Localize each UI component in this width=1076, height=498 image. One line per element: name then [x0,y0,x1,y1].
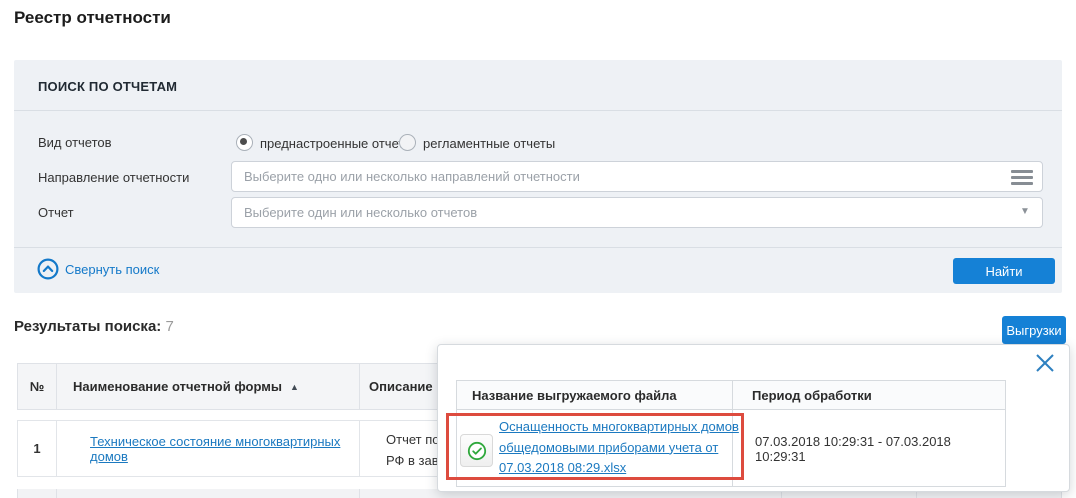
report-input[interactable] [231,197,1043,228]
report-link[interactable]: Техническое состояние многоквартирных до… [73,421,376,476]
circle-chevron-up-icon [37,258,59,280]
sort-asc-icon[interactable]: ▲ [290,382,299,392]
report-registry-page: Реестр отчетности ПОИСК ПО ОТЧЕТАМ Вид о… [0,0,1076,498]
search-panel: ПОИСК ПО ОТЧЕТАМ Вид отчетов преднастрое… [14,60,1062,293]
collapse-search-label: Свернуть поиск [65,262,159,277]
results-summary: Результаты поиска: 7 [14,318,174,335]
divider [14,110,1062,111]
menu-icon[interactable] [1011,170,1033,186]
divider [56,364,57,409]
divider [359,489,360,498]
radio-selected-dot [240,138,247,145]
report-label: Отчет [38,205,74,220]
radio-preset-reports-label[interactable]: преднастроенные отчеты [260,136,414,151]
results-count: 7 [165,318,173,335]
divider [359,421,360,476]
check-circle-icon[interactable] [460,434,493,467]
radio-regulated-reports[interactable] [399,134,416,151]
divider [56,489,57,498]
direction-input[interactable] [231,161,1043,192]
radio-preset-reports[interactable] [236,134,253,151]
divider [14,247,1062,248]
column-header-number[interactable]: № [18,364,56,409]
downloads-table: Название выгружаемого файла Период обраб… [456,380,1006,487]
search-panel-title: ПОИСК ПО ОТЧЕТАМ [38,79,177,94]
results-label: Результаты поиска: [14,318,161,335]
direction-label: Направление отчетности [38,170,189,185]
close-icon[interactable] [1033,351,1057,375]
divider [359,364,360,409]
report-type-label: Вид отчетов [38,135,112,150]
divider [56,421,57,476]
chevron-down-icon[interactable]: ▼ [1020,206,1030,217]
column-header-period: Период обработки [752,381,872,410]
downloads-button[interactable]: Выгрузки [1002,316,1066,344]
column-header-description[interactable]: Описание [369,364,433,409]
find-button[interactable]: Найти [953,258,1055,284]
downloads-popup: Название выгружаемого файла Период обраб… [437,344,1070,492]
radio-regulated-reports-label[interactable]: регламентные отчеты [423,136,555,151]
downloads-table-header: Название выгружаемого файла Период обраб… [457,381,1005,410]
processing-period: 07.03.2018 10:29:31 - 07.03.2018 10:29:3… [755,410,1005,488]
column-header-name[interactable]: Наименование отчетной формы ▲ [73,364,299,409]
page-title: Реестр отчетности [14,8,171,28]
collapse-search-link[interactable]: Свернуть поиск [37,258,159,280]
column-header-file-name: Название выгружаемого файла [472,381,677,410]
download-file-link[interactable]: Оснащенность многоквартирных домов общед… [499,417,747,479]
row-number: 1 [18,421,56,476]
